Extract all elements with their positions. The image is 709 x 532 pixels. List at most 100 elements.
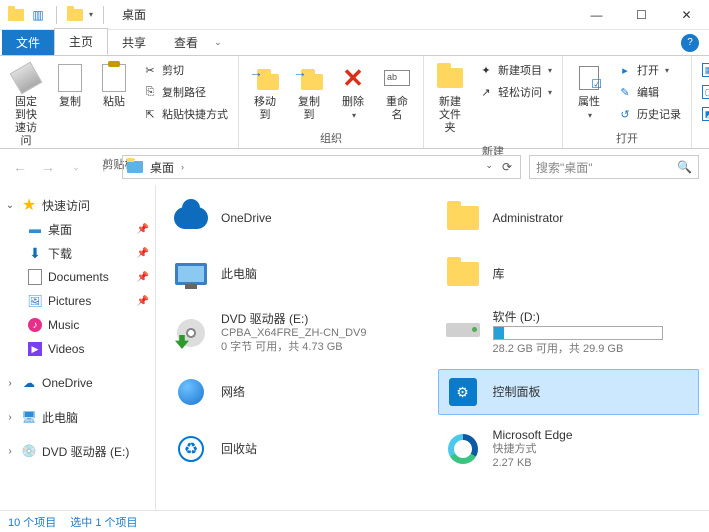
up-button[interactable]: ↑: [94, 157, 114, 177]
new-folder-icon: [434, 62, 466, 94]
delete-button[interactable]: ✕ 删除 ▾: [333, 60, 373, 122]
group-label: 组织: [239, 128, 423, 149]
separator: [56, 6, 57, 24]
status-item-count: 10 个项目: [8, 514, 56, 530]
group-label: 选择: [692, 128, 709, 149]
easy-access-button[interactable]: ↗轻松访问▾: [474, 82, 556, 102]
breadcrumb-segment[interactable]: 桌面: [147, 159, 177, 176]
pin-icon: 📌: [137, 272, 149, 283]
network-icon: [171, 372, 211, 412]
separator: [103, 6, 104, 24]
search-box[interactable]: 搜索"桌面" 🔍: [529, 155, 699, 179]
forward-button[interactable]: →: [38, 157, 58, 177]
move-to-icon: [249, 62, 281, 94]
move-to-button[interactable]: 移动到: [245, 60, 285, 124]
delete-icon: ✕: [337, 62, 369, 94]
cut-button[interactable]: ✂剪切: [138, 60, 232, 80]
open-icon: ▸: [617, 62, 633, 78]
item-control-panel[interactable]: ⚙ 控制面板: [438, 369, 700, 415]
minimize-button[interactable]: —: [574, 0, 619, 30]
invert-selection-button[interactable]: ◩反向选择: [698, 104, 709, 124]
nav-desktop[interactable]: ▬桌面📌: [0, 217, 155, 241]
ribbon-collapse-icon[interactable]: ⌄: [214, 37, 222, 48]
copy-path-button[interactable]: ⎘复制路径: [138, 82, 232, 102]
copy-path-icon: ⎘: [142, 84, 158, 100]
tab-view[interactable]: 查看: [160, 30, 212, 55]
folder-icon: [443, 198, 483, 238]
search-icon[interactable]: 🔍: [677, 160, 692, 174]
copy-button[interactable]: 复制: [50, 60, 90, 111]
select-none-icon: ▢: [702, 85, 709, 99]
back-button[interactable]: ←: [10, 157, 30, 177]
help-button[interactable]: ?: [681, 34, 699, 52]
rename-icon: [381, 62, 413, 94]
recycle-icon: ♻: [171, 429, 211, 469]
refresh-button[interactable]: ⟳: [498, 160, 516, 174]
nav-quick-access[interactable]: ⌄★快速访问: [0, 193, 155, 217]
select-none-button[interactable]: ▢全部取消: [698, 82, 709, 102]
nav-music[interactable]: ♪Music: [0, 313, 155, 337]
usage-fill: [494, 327, 504, 339]
copy-to-button[interactable]: 复制到: [289, 60, 329, 124]
new-item-button[interactable]: ✦新建项目▾: [474, 60, 556, 80]
nav-dvd[interactable]: ›💿DVD 驱动器 (E:): [0, 439, 155, 463]
nav-documents[interactable]: Documents📌: [0, 265, 155, 289]
titlebar: ▥ ▾ 桌面 — ☐ ✕: [0, 0, 709, 30]
item-onedrive[interactable]: OneDrive: [166, 195, 428, 241]
maximize-button[interactable]: ☐: [619, 0, 664, 30]
libraries-icon: [443, 254, 483, 294]
ribbon-group-select: ▦全部选择 ▢全部取消 ◩反向选择 选择: [692, 56, 709, 148]
star-icon: ★: [20, 196, 38, 214]
chevron-right-icon[interactable]: ›: [181, 162, 184, 172]
item-recycle-bin[interactable]: ♻ 回收站: [166, 425, 428, 473]
nav-videos[interactable]: ▶Videos: [0, 337, 155, 361]
address-dropdown-button[interactable]: ⌄: [481, 160, 497, 174]
item-network[interactable]: 网络: [166, 369, 428, 415]
close-button[interactable]: ✕: [664, 0, 709, 30]
properties-button[interactable]: 属性 ▾: [569, 60, 609, 122]
open-button[interactable]: ▸打开▾: [613, 60, 685, 80]
edit-icon: ✎: [617, 84, 633, 100]
qat-properties-icon[interactable]: ▥: [30, 7, 46, 23]
control-panel-icon: ⚙: [443, 372, 483, 412]
pin-icon: 📌: [137, 224, 149, 235]
item-dvd[interactable]: DVD 驱动器 (E:) CPBA_X64FRE_ZH-CN_DV9 0 字节 …: [166, 307, 428, 359]
ribbon-group-clipboard: 固定到快 速访问 复制 粘贴 ✂剪切 ⎘复制路径 ⇱粘贴快捷方式 剪贴板: [0, 56, 239, 148]
pin-to-quick-access-button[interactable]: 固定到快 速访问: [6, 60, 46, 150]
tab-home[interactable]: 主页: [54, 28, 108, 55]
nav-pictures[interactable]: 🖼Pictures📌: [0, 289, 155, 313]
address-box[interactable]: 桌面 › ⌄ ⟳: [122, 155, 521, 179]
main-area: ⌄★快速访问 ▬桌面📌 ⬇下载📌 Documents📌 🖼Pictures📌 ♪…: [0, 185, 709, 510]
paste-button[interactable]: 粘贴: [94, 60, 134, 111]
content-pane: OneDrive Administrator 此电脑 库 DVD 驱动器 (E:…: [156, 185, 709, 510]
item-administrator[interactable]: Administrator: [438, 195, 700, 241]
qat-dropdown-icon[interactable]: ▾: [89, 10, 93, 19]
select-all-button[interactable]: ▦全部选择: [698, 60, 709, 80]
pc-icon: 🖥: [20, 408, 38, 426]
location-folder-icon: [127, 159, 143, 175]
item-this-pc[interactable]: 此电脑: [166, 251, 428, 297]
history-icon: ↺: [617, 106, 633, 122]
dvd-icon: 💿: [20, 442, 38, 460]
nav-onedrive[interactable]: ›☁OneDrive: [0, 371, 155, 395]
onedrive-icon: ☁: [20, 374, 38, 392]
new-folder-button[interactable]: 新建 文件夹: [430, 60, 470, 137]
copy-to-icon: [293, 62, 325, 94]
onedrive-icon: [171, 198, 211, 238]
tab-file[interactable]: 文件: [2, 30, 54, 55]
new-item-icon: ✦: [478, 62, 494, 78]
nav-this-pc[interactable]: ›🖥此电脑: [0, 405, 155, 429]
rename-button[interactable]: 重命名: [377, 60, 417, 124]
downloads-icon: ⬇: [26, 244, 44, 262]
item-libraries[interactable]: 库: [438, 251, 700, 297]
item-software-d[interactable]: 软件 (D:) 28.2 GB 可用，共 29.9 GB: [438, 307, 700, 359]
paste-shortcut-button[interactable]: ⇱粘贴快捷方式: [138, 104, 232, 124]
pin-icon: 📌: [137, 248, 149, 259]
item-edge[interactable]: Microsoft Edge 快捷方式 2.27 KB: [438, 425, 700, 473]
tab-share[interactable]: 共享: [108, 30, 160, 55]
history-button[interactable]: ↺历史记录: [613, 104, 685, 124]
qat-folder-icon[interactable]: [67, 7, 83, 23]
nav-downloads[interactable]: ⬇下载📌: [0, 241, 155, 265]
recent-locations-button[interactable]: ⌄: [66, 157, 86, 177]
edit-button[interactable]: ✎编辑: [613, 82, 685, 102]
